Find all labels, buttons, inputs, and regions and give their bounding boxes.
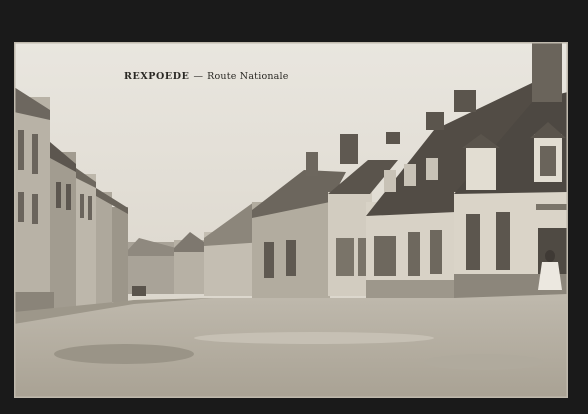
postcard-caption: REXPOEDE — Route Nationale [124, 71, 289, 82]
caption-street: Route Nationale [207, 71, 289, 82]
street-photograph: REXPOEDE — Route Nationale [14, 42, 568, 398]
caption-separator: — [193, 71, 204, 82]
postcard-frame: REXPOEDE — Route Nationale [0, 0, 588, 414]
street-scene [14, 42, 568, 398]
caption-place: REXPOEDE [124, 71, 190, 82]
